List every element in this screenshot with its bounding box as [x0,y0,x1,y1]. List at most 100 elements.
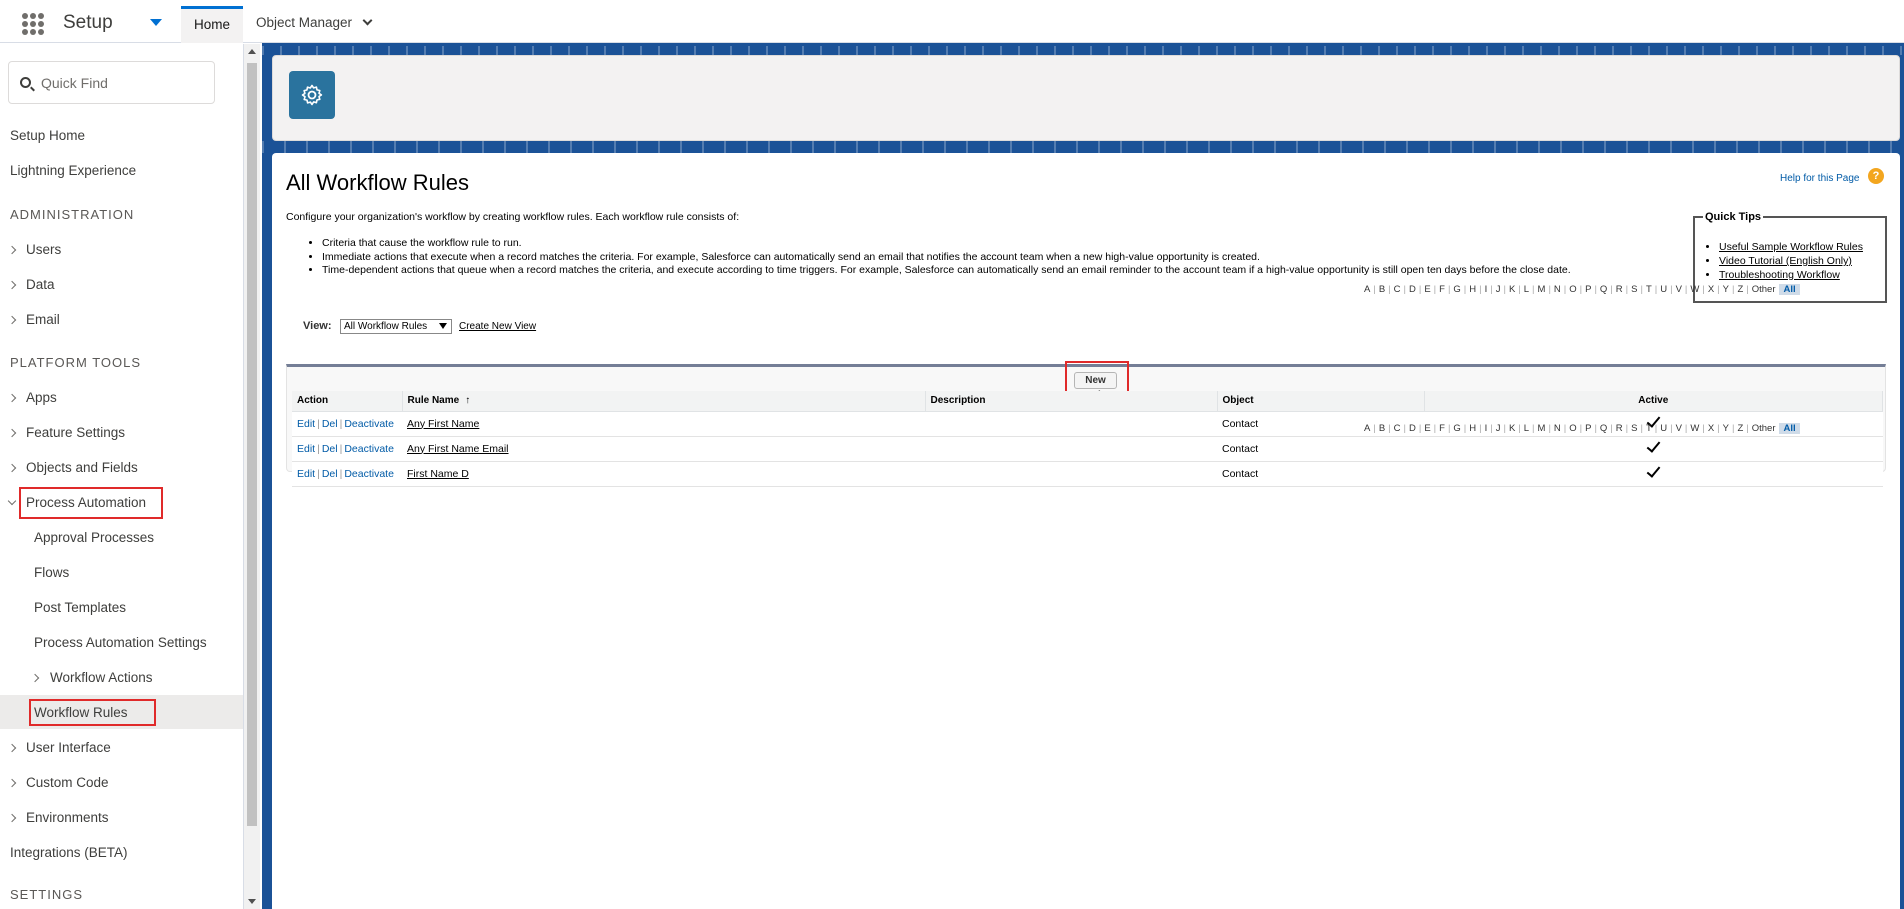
scroll-thumb[interactable] [247,63,257,826]
alphabet-filter-letter[interactable]: K [1509,284,1515,295]
sidebar-item-user-interface[interactable]: User Interface [26,736,111,760]
help-icon[interactable]: ? [1868,168,1884,184]
alphabet-filter-letter[interactable]: U [1660,284,1667,295]
edit-link[interactable]: Edit [297,443,315,455]
app-launcher-icon[interactable] [22,13,44,35]
alphabet-filter-letter[interactable]: V [1676,423,1682,434]
alphabet-filter-letter[interactable]: Z [1737,284,1743,295]
alphabet-filter-letter[interactable]: M [1538,284,1546,295]
alphabet-filter-letter[interactable]: H [1469,284,1476,295]
sidebar-item-custom-code[interactable]: Custom Code [26,771,109,795]
sidebar-item-post-templates[interactable]: Post Templates [34,596,126,620]
alphabet-filter-letter[interactable]: H [1469,423,1476,434]
chevron-down-icon[interactable] [362,15,373,26]
alphabet-filter-letter[interactable]: A [1364,284,1370,295]
alphabet-filter-letter[interactable]: C [1394,423,1401,434]
alphabet-filter-letter[interactable]: R [1616,284,1623,295]
alphabet-filter-letter[interactable]: Y [1723,284,1729,295]
alphabet-filter-letter[interactable]: I [1485,284,1488,295]
sidebar-item-workflow-actions[interactable]: Workflow Actions [50,666,153,690]
deactivate-link[interactable]: Deactivate [344,443,394,455]
sidebar-item-environments[interactable]: Environments [26,806,109,830]
alphabet-filter-letter[interactable]: L [1524,284,1529,295]
chevron-right-icon[interactable] [7,813,17,823]
alphabet-filter-letter[interactable]: J [1496,284,1501,295]
sidebar-item-apps[interactable]: Apps [26,386,57,410]
alphabet-filter-letter[interactable]: G [1453,423,1460,434]
alphabet-filter-letter[interactable]: O [1569,284,1576,295]
quick-find-input[interactable] [41,73,206,93]
alphabet-filter-letter[interactable]: T [1646,423,1652,434]
sidebar-item-objects-and-fields[interactable]: Objects and Fields [26,456,138,480]
deactivate-link[interactable]: Deactivate [344,418,394,430]
alphabet-filter-letter[interactable]: M [1538,423,1546,434]
useful-sample-workflow-rules-link[interactable]: Useful Sample Workflow Rules [1719,241,1863,253]
alphabet-filter-letter[interactable]: D [1409,284,1416,295]
alphabet-filter-letter[interactable]: Other [1752,284,1776,295]
edit-link[interactable]: Edit [297,468,315,480]
delete-link[interactable]: Del [322,418,338,430]
alphabet-filter-letter[interactable]: S [1631,423,1637,434]
alphabet-filter-letter[interactable]: B [1379,284,1385,295]
alphabet-filter-letter[interactable]: W [1690,423,1699,434]
sidebar-item-lightning-experience[interactable]: Lightning Experience [10,159,136,183]
alphabet-filter-letter[interactable]: P [1585,284,1591,295]
sidebar-item-users[interactable]: Users [26,238,61,262]
alphabet-filter-letter[interactable]: W [1690,284,1699,295]
sidebar-item-feature-settings[interactable]: Feature Settings [26,421,125,445]
sidebar-item-process-automation-settings[interactable]: Process Automation Settings [34,631,207,655]
sidebar-item-flows[interactable]: Flows [34,561,69,585]
alphabet-filter-letter[interactable]: J [1496,423,1501,434]
quick-find-box[interactable] [8,61,215,104]
alphabet-filter-letter[interactable]: G [1453,284,1460,295]
alphabet-filter-letter[interactable]: A [1364,423,1370,434]
alphabet-filter-letter[interactable]: I [1485,423,1488,434]
rule-name-link[interactable]: First Name D [407,468,469,480]
chevron-right-icon[interactable] [7,463,17,473]
delete-link[interactable]: Del [322,443,338,455]
chevron-right-icon[interactable] [7,245,17,255]
alphabet-filter-letter[interactable]: S [1631,284,1637,295]
alphabet-filter-letter[interactable]: E [1424,423,1430,434]
alphabet-filter-letter[interactable]: P [1585,423,1591,434]
sidebar-item-integrations[interactable]: Integrations (BETA) [10,841,128,865]
alphabet-filter-letter[interactable]: V [1676,284,1682,295]
alphabet-filter-all[interactable]: All [1779,284,1800,295]
alphabet-filter-letter[interactable]: R [1616,423,1623,434]
alphabet-filter-letter[interactable]: N [1554,284,1561,295]
alphabet-filter-letter[interactable]: O [1569,423,1576,434]
chevron-right-icon[interactable] [7,743,17,753]
deactivate-link[interactable]: Deactivate [344,468,394,480]
rule-name-link[interactable]: Any First Name [407,418,479,430]
app-menu-caret-icon[interactable] [150,19,162,26]
chevron-right-icon[interactable] [7,393,17,403]
alphabet-filter-letter[interactable]: F [1439,284,1445,295]
sidebar-scrollbar[interactable] [244,44,260,909]
chevron-right-icon[interactable] [7,315,17,325]
rule-name-link[interactable]: Any First Name Email [407,443,509,455]
view-select[interactable]: All Workflow Rules [340,319,452,334]
tab-object-manager[interactable]: Object Manager [243,6,384,43]
alphabet-filter-letter[interactable]: C [1394,284,1401,295]
alphabet-filter-letter[interactable]: F [1439,423,1445,434]
sidebar-item-data[interactable]: Data [26,273,55,297]
scroll-up-arrow-icon[interactable] [248,49,256,54]
create-new-view-link[interactable]: Create New View [459,321,536,332]
alphabet-filter-letter[interactable]: D [1409,423,1416,434]
tab-home[interactable]: Home [181,6,244,43]
delete-link[interactable]: Del [322,468,338,480]
alphabet-filter-letter[interactable]: Q [1600,284,1607,295]
alphabet-filter-letter[interactable]: T [1646,284,1652,295]
edit-link[interactable]: Edit [297,418,315,430]
alphabet-filter-letter[interactable]: L [1524,423,1529,434]
alphabet-filter-letter[interactable]: N [1554,423,1561,434]
alphabet-filter-letter[interactable]: U [1660,423,1667,434]
column-header-rule-name[interactable]: Rule Name ↑ [402,391,926,412]
chevron-right-icon[interactable] [7,778,17,788]
chevron-right-icon[interactable] [7,428,17,438]
troubleshooting-workflow-link[interactable]: Troubleshooting Workflow [1719,269,1840,281]
alphabet-filter-letter[interactable]: X [1708,284,1714,295]
alphabet-filter-letter[interactable]: X [1708,423,1714,434]
alphabet-filter-letter[interactable]: Q [1600,423,1607,434]
chevron-right-icon[interactable] [7,280,17,290]
